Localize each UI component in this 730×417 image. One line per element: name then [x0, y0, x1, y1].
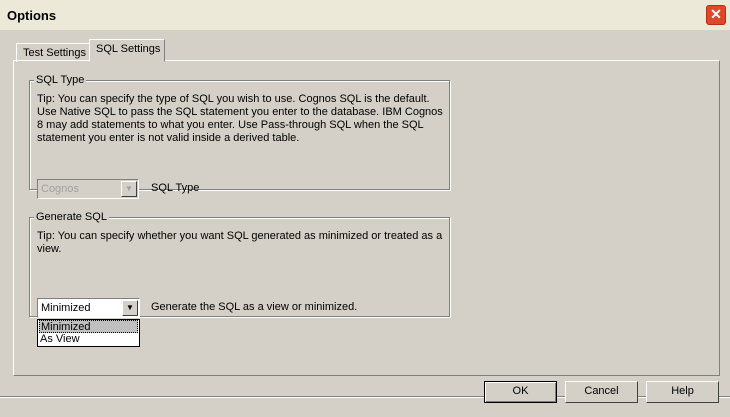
dropdown-option-minimized[interactable]: Minimized — [39, 320, 138, 333]
generate-sql-combo[interactable]: Minimized ▼ — [37, 298, 140, 318]
sql-type-tip: Tip: You can specify the type of SQL you… — [37, 93, 443, 144]
close-icon[interactable]: ✕ — [706, 5, 726, 25]
chevron-down-icon[interactable]: ▼ — [122, 300, 138, 316]
chevron-down-icon: ▼ — [121, 181, 137, 197]
generate-sql-group-label: Generate SQL — [34, 211, 109, 223]
generate-sql-label: Generate the SQL as a view or minimized. — [151, 301, 358, 313]
sql-type-label: SQL Type — [151, 182, 200, 194]
cancel-button[interactable]: Cancel — [565, 381, 638, 403]
sql-type-group-label: SQL Type — [34, 74, 87, 86]
sql-type-combo-value: Cognos — [41, 183, 79, 195]
window-title: Options — [7, 8, 57, 23]
ok-button[interactable]: OK — [484, 381, 557, 403]
dropdown-option-as-view[interactable]: As View — [39, 333, 138, 346]
dialog-client: Test Settings SQL Settings SQL Type Tip:… — [0, 30, 730, 417]
title-bar: Options ✕ — [0, 0, 730, 30]
generate-sql-dropdown-list: Minimized As View — [37, 319, 140, 347]
generate-sql-combo-value: Minimized — [41, 302, 91, 314]
help-button[interactable]: Help — [646, 381, 719, 403]
generate-sql-tip: Tip: You can specify whether you want SQ… — [37, 230, 443, 255]
sql-type-combo[interactable]: Cognos ▼ — [37, 179, 139, 199]
tab-sql-settings[interactable]: SQL Settings — [89, 39, 165, 62]
